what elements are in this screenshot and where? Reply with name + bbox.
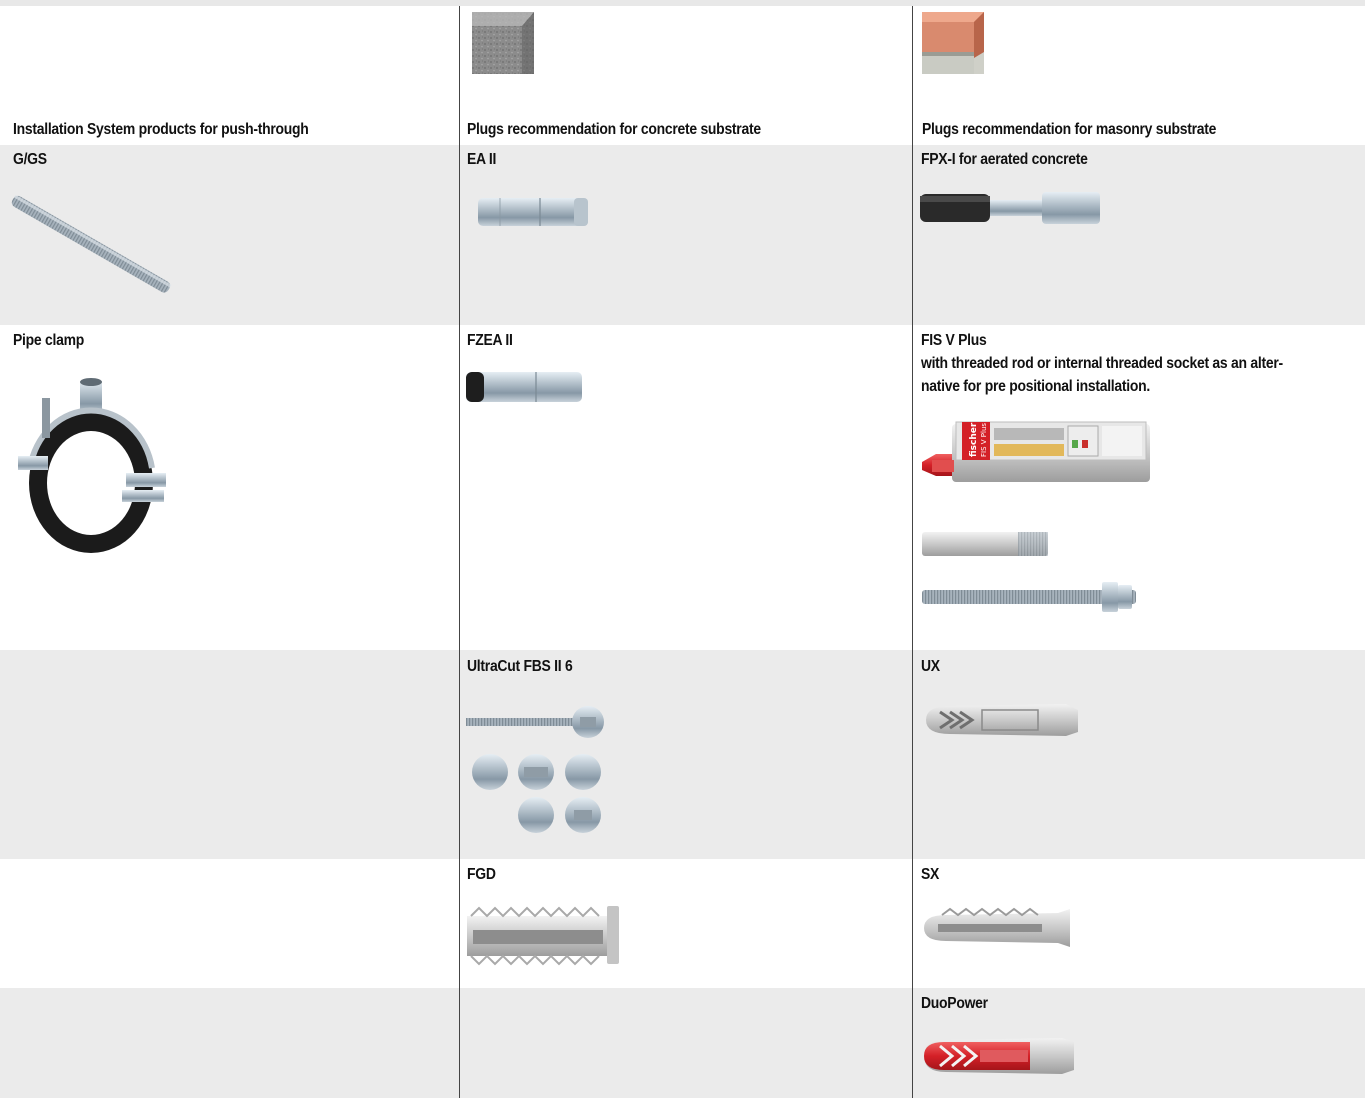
concrete-substrate-swatch <box>472 12 534 74</box>
ultracut-screw-anchor-image <box>466 704 608 836</box>
top-strip <box>0 0 1365 6</box>
cartridge-brand-text: fischer <box>969 422 979 457</box>
column-divider <box>912 6 913 1098</box>
sx-plug-image <box>922 907 1072 949</box>
product-label: FPX-I for aerated concrete <box>921 151 1088 168</box>
column-header-concrete: Plugs recommendation for concrete substr… <box>467 121 761 138</box>
fgd-plug-image <box>467 904 621 966</box>
product-label: UltraCut FBS II 6 <box>467 658 573 675</box>
table-row <box>0 145 1365 325</box>
product-label: EA II <box>467 151 497 168</box>
table-row <box>0 988 1365 1098</box>
column-divider <box>459 6 460 1098</box>
pipe-clamp-image <box>16 378 168 578</box>
fpx-i-anchor-image <box>920 190 1102 226</box>
product-label: FZEA II <box>467 332 513 349</box>
product-label: SX <box>921 866 940 883</box>
ux-plug-image <box>920 700 1080 740</box>
product-label: Pipe clamp <box>13 332 84 349</box>
fzea-ii-anchor-image <box>466 370 584 404</box>
product-note: with threaded rod or internal threaded s… <box>921 355 1283 372</box>
product-label: DuoPower <box>921 995 988 1012</box>
table-row <box>0 859 1365 988</box>
column-header-installation: Installation System products for push-th… <box>13 121 309 138</box>
product-note: native for pre positional installation. <box>921 378 1150 395</box>
fis-v-plus-cartridge-image: fischer FIS V Plus <box>922 416 1152 490</box>
masonry-substrate-swatch <box>922 12 984 74</box>
product-label: G/GS <box>13 151 47 168</box>
product-label: FGD <box>467 866 496 883</box>
cartridge-product-text: FIS V Plus <box>980 423 988 457</box>
duopower-plug-image <box>920 1032 1076 1080</box>
internal-threaded-socket-image <box>922 531 1050 557</box>
threaded-rod-image <box>11 188 172 298</box>
table-row <box>0 650 1365 859</box>
threaded-rod-with-nut-image <box>922 580 1142 614</box>
product-label: UX <box>921 658 940 675</box>
product-label: FIS V Plus <box>921 332 987 349</box>
ea-ii-anchor-image <box>478 195 590 231</box>
column-header-masonry: Plugs recommendation for masonry substra… <box>922 121 1217 138</box>
